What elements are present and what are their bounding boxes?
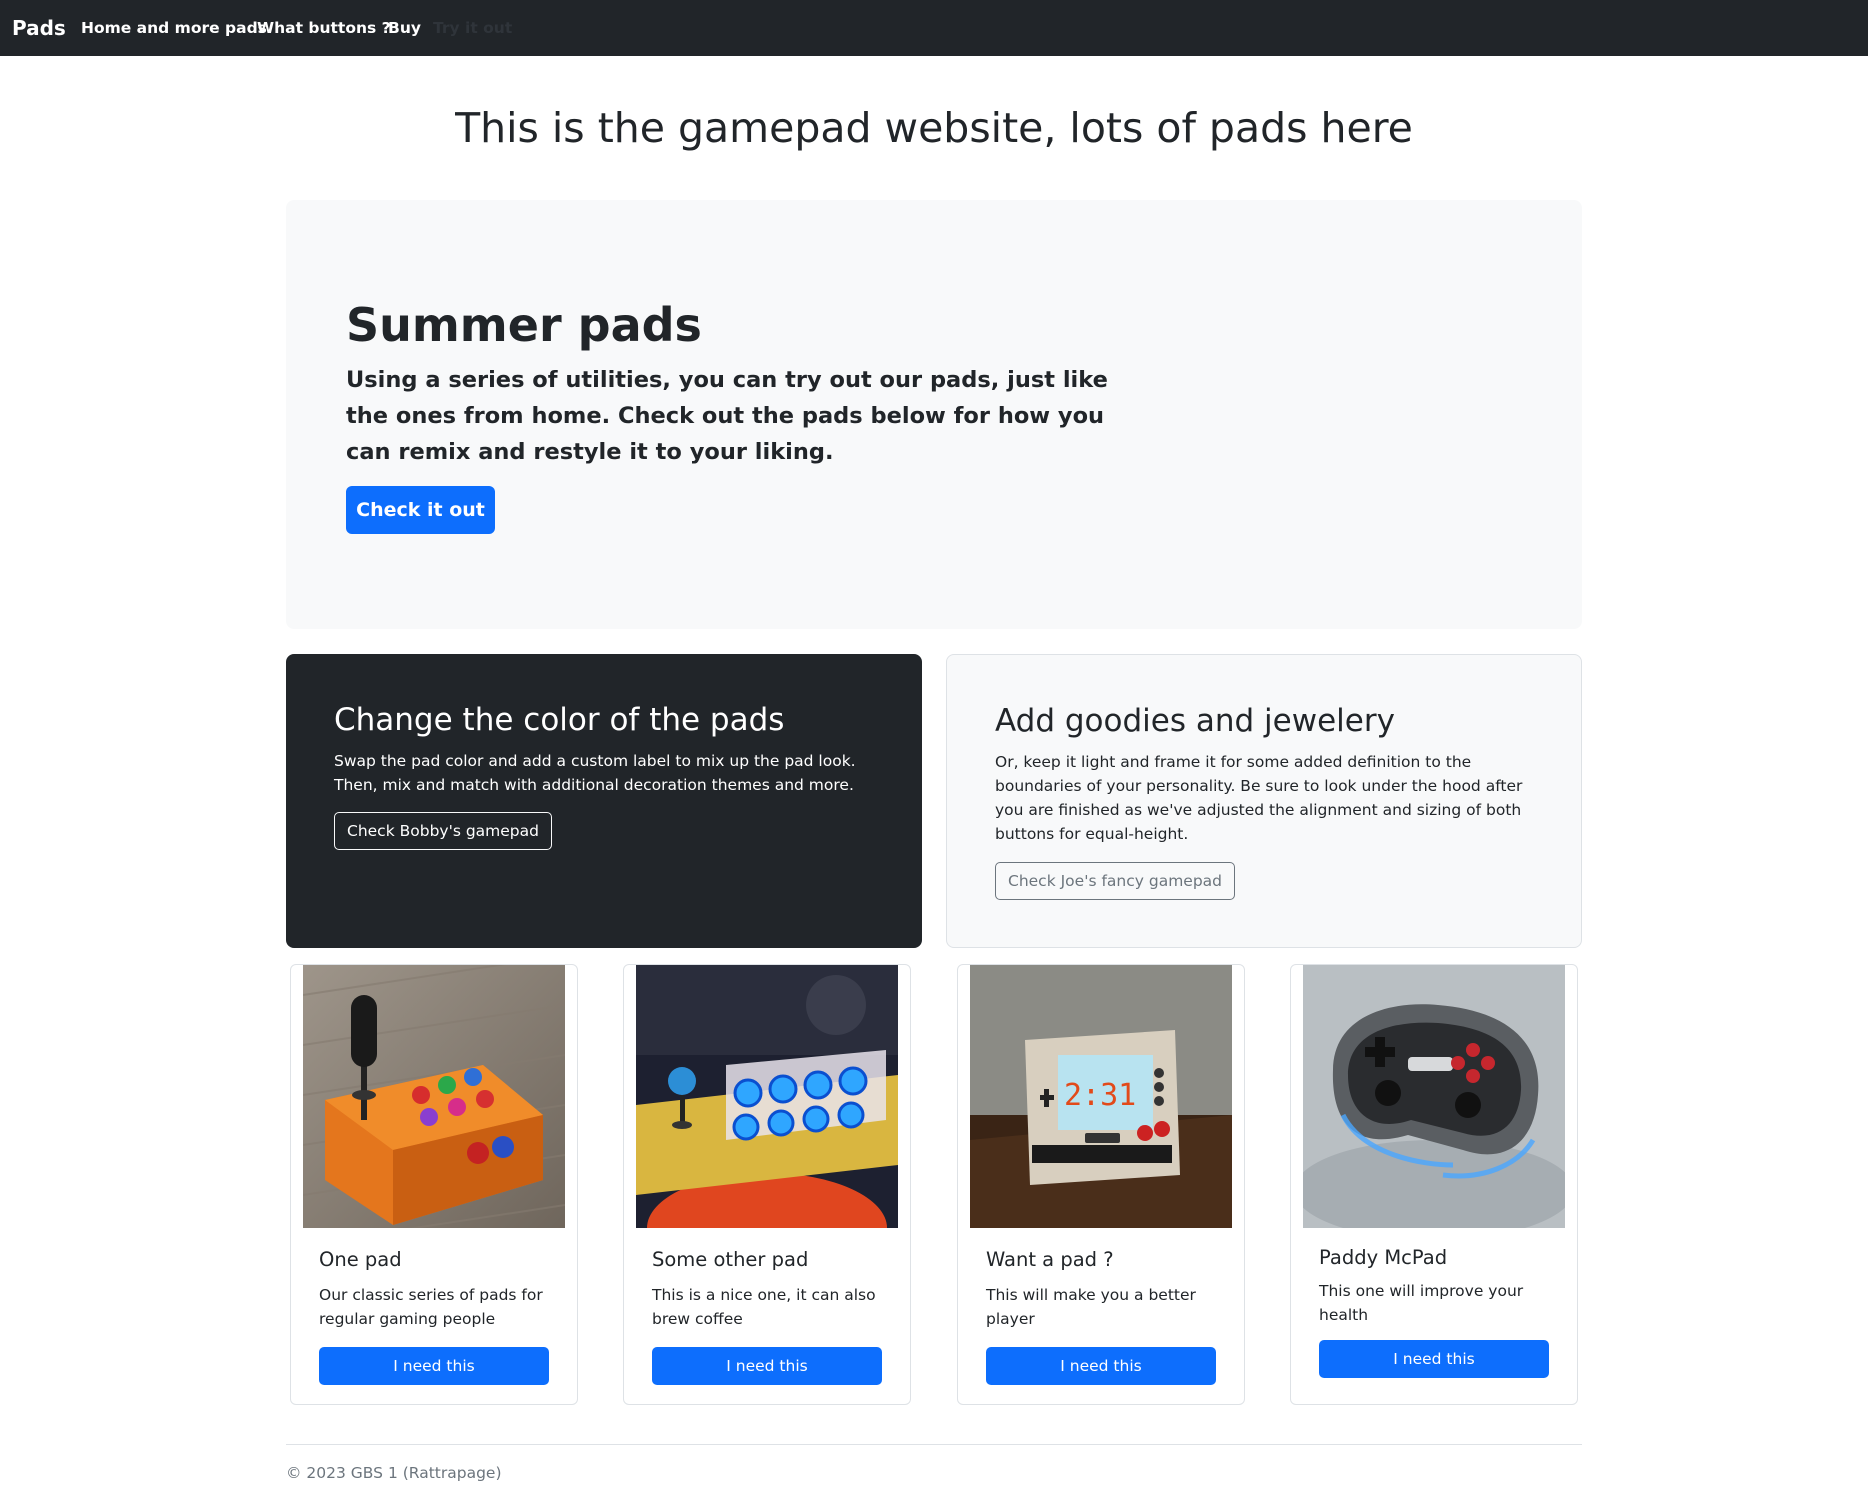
product-image-handheld-console: 2:31 <box>970 965 1232 1228</box>
card-title: Paddy McPad <box>1319 1246 1448 1269</box>
feature-text: Swap the pad color and add a custom labe… <box>334 752 856 794</box>
product-card: Some other pad This is a nice one, it ca… <box>623 964 911 1405</box>
product-card: Paddy McPad This one will improve your h… <box>1290 964 1578 1405</box>
footer-divider <box>286 1444 1582 1445</box>
i-need-this-button[interactable]: I need this <box>1319 1340 1549 1378</box>
feature-title: Add goodies and jewelery <box>995 703 1395 739</box>
product-image-grey-gamepad <box>1303 965 1565 1228</box>
card-text: This is a nice one, it can also brew cof… <box>652 1286 876 1328</box>
card-text: Our classic series of pads for regular g… <box>319 1286 543 1328</box>
nav-link-buy[interactable]: Buy <box>388 17 421 39</box>
footer-copyright: © 2023 GBS 1 (Rattrapage) <box>286 1464 502 1482</box>
hero-title: Summer pads <box>346 298 702 352</box>
i-need-this-button[interactable]: I need this <box>652 1347 882 1385</box>
brand-link[interactable]: Pads <box>12 14 66 42</box>
i-need-this-button[interactable]: I need this <box>319 1347 549 1385</box>
product-image-blue-button-stick <box>636 965 898 1228</box>
nav-link-what-buttons[interactable]: What buttons ? <box>257 17 391 39</box>
hero-section: Summer pads Using a series of utilities,… <box>286 200 1582 629</box>
check-it-out-button[interactable]: Check it out <box>346 486 495 534</box>
card-title: Some other pad <box>652 1248 809 1271</box>
product-card: One pad Our classic series of pads for r… <box>290 964 578 1405</box>
nav-link-home[interactable]: Home and more pads <box>81 17 267 39</box>
card-title: Want a pad ? <box>986 1248 1114 1271</box>
card-text: This will make you a better player <box>986 1286 1196 1328</box>
check-joes-fancy-gamepad-button[interactable]: Check Joe's fancy gamepad <box>995 862 1236 900</box>
feature-text: Or, keep it light and frame it for some … <box>995 753 1523 843</box>
feature-box-color: Change the color of the pads Swap the pa… <box>286 654 922 948</box>
product-card: 2:31 Want a pad ? This will make you a b… <box>957 964 1245 1405</box>
page-title: This is the gamepad website, lots of pad… <box>455 104 1413 152</box>
feature-title: Change the color of the pads <box>334 702 785 738</box>
feature-box-goodies: Add goodies and jewelery Or, keep it lig… <box>946 654 1582 948</box>
hero-text: Using a series of utilities, you can try… <box>346 367 1108 465</box>
nav-link-try-it-out: Try it out <box>433 19 513 37</box>
card-text: This one will improve your health <box>1319 1282 1524 1324</box>
product-image-orange-arcade-box <box>303 965 565 1228</box>
card-title: One pad <box>319 1248 402 1271</box>
top-navbar: Pads Home and more pads What buttons ? B… <box>0 0 1868 56</box>
check-bobbys-gamepad-button[interactable]: Check Bobby's gamepad <box>334 812 552 850</box>
i-need-this-button[interactable]: I need this <box>986 1347 1216 1385</box>
svg-text:2:31: 2:31 <box>1064 1078 1136 1113</box>
